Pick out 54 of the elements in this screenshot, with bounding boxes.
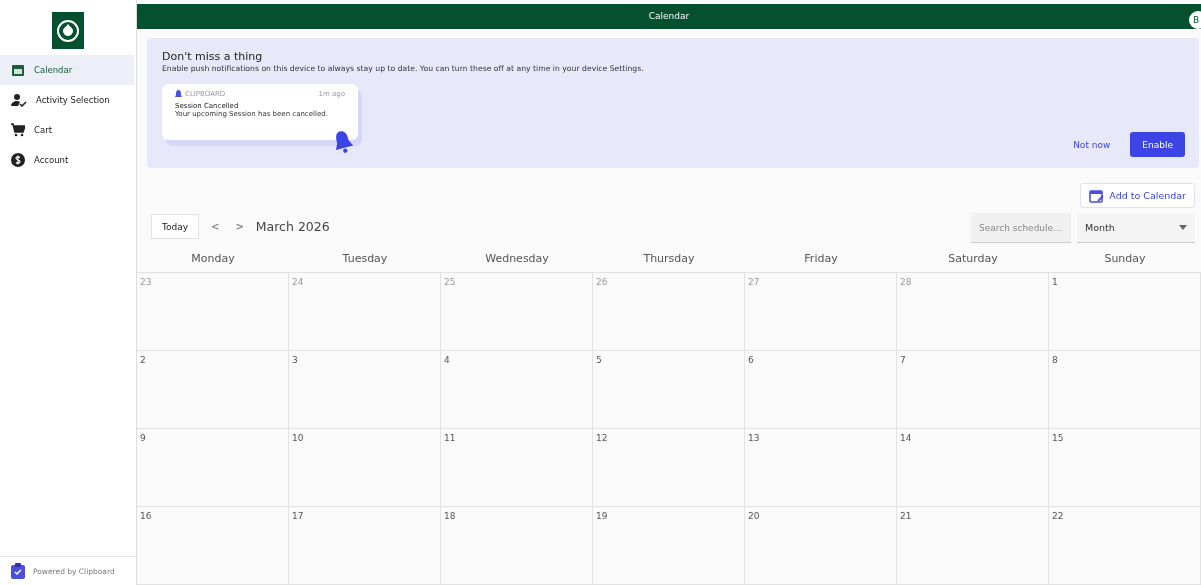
- day-cell[interactable]: 1: [1049, 273, 1201, 351]
- weekday-header: Saturday: [897, 245, 1049, 273]
- day-cell[interactable]: 7: [897, 351, 1049, 429]
- day-cell[interactable]: 6: [745, 351, 897, 429]
- day-cell[interactable]: 13: [745, 429, 897, 507]
- dollar-icon: [11, 153, 25, 167]
- weekday-header: Monday: [137, 245, 289, 273]
- logo-icon: [52, 12, 84, 49]
- day-cell[interactable]: 9: [137, 429, 289, 507]
- dismiss-button[interactable]: Not now: [1067, 138, 1117, 151]
- view-select[interactable]: Month: [1077, 213, 1195, 243]
- today-button[interactable]: Today: [151, 214, 200, 239]
- calendar-edit-icon: [1089, 188, 1105, 203]
- weekday-header: Friday: [745, 245, 897, 273]
- day-cell[interactable]: 21: [897, 507, 1049, 585]
- day-cell[interactable]: 15: [1049, 429, 1201, 507]
- banner-title: Don't miss a thing: [162, 49, 264, 63]
- sidebar-item[interactable]: Cart: [0, 115, 134, 145]
- previous-button[interactable]: <: [207, 221, 224, 232]
- weekday-header: Thursday: [593, 245, 745, 273]
- page-title: Calendar: [648, 11, 690, 22]
- weekday-header: Tuesday: [289, 245, 441, 273]
- day-cell[interactable]: 19: [593, 507, 745, 585]
- day-cell[interactable]: 10: [289, 429, 441, 507]
- add-to-calendar-button[interactable]: Add to Calendar: [1080, 183, 1195, 208]
- weekday-header: Sunday: [1049, 245, 1201, 273]
- day-cell[interactable]: 3: [289, 351, 441, 429]
- search-field[interactable]: Search schedule...: [971, 213, 1071, 243]
- enable-button[interactable]: Enable: [1130, 132, 1185, 157]
- caret-icon: [1179, 225, 1187, 230]
- cart-icon: [11, 123, 25, 137]
- day-cell[interactable]: 11: [441, 429, 593, 507]
- day-cell[interactable]: 18: [441, 507, 593, 585]
- month-title: March 2026: [255, 219, 330, 234]
- day-cell[interactable]: 12: [593, 429, 745, 507]
- app-icon: [175, 89, 182, 98]
- sidebar-item[interactable]: Activity Selection: [0, 85, 134, 115]
- sidebar-item[interactable]: Calendar: [0, 55, 134, 85]
- day-cell[interactable]: 22: [1049, 507, 1201, 585]
- clipboard-icon: [11, 563, 25, 579]
- day-cell[interactable]: 14: [897, 429, 1049, 507]
- day-cell[interactable]: 20: [745, 507, 897, 585]
- day-cell[interactable]: 4: [441, 351, 593, 429]
- calendar-icon: [11, 63, 25, 77]
- avatar[interactable]: B: [1189, 11, 1201, 29]
- day-cell[interactable]: 8: [1049, 351, 1201, 429]
- sidebar-item[interactable]: Account: [0, 145, 134, 175]
- weekday-header: Wednesday: [441, 245, 593, 273]
- next-button[interactable]: >: [231, 221, 248, 232]
- day-cell[interactable]: 16: [137, 507, 289, 585]
- day-cell[interactable]: 17: [289, 507, 441, 585]
- person-check-icon: [11, 93, 27, 107]
- day-cell[interactable]: 5: [593, 351, 745, 429]
- day-cell[interactable]: 2: [137, 351, 289, 429]
